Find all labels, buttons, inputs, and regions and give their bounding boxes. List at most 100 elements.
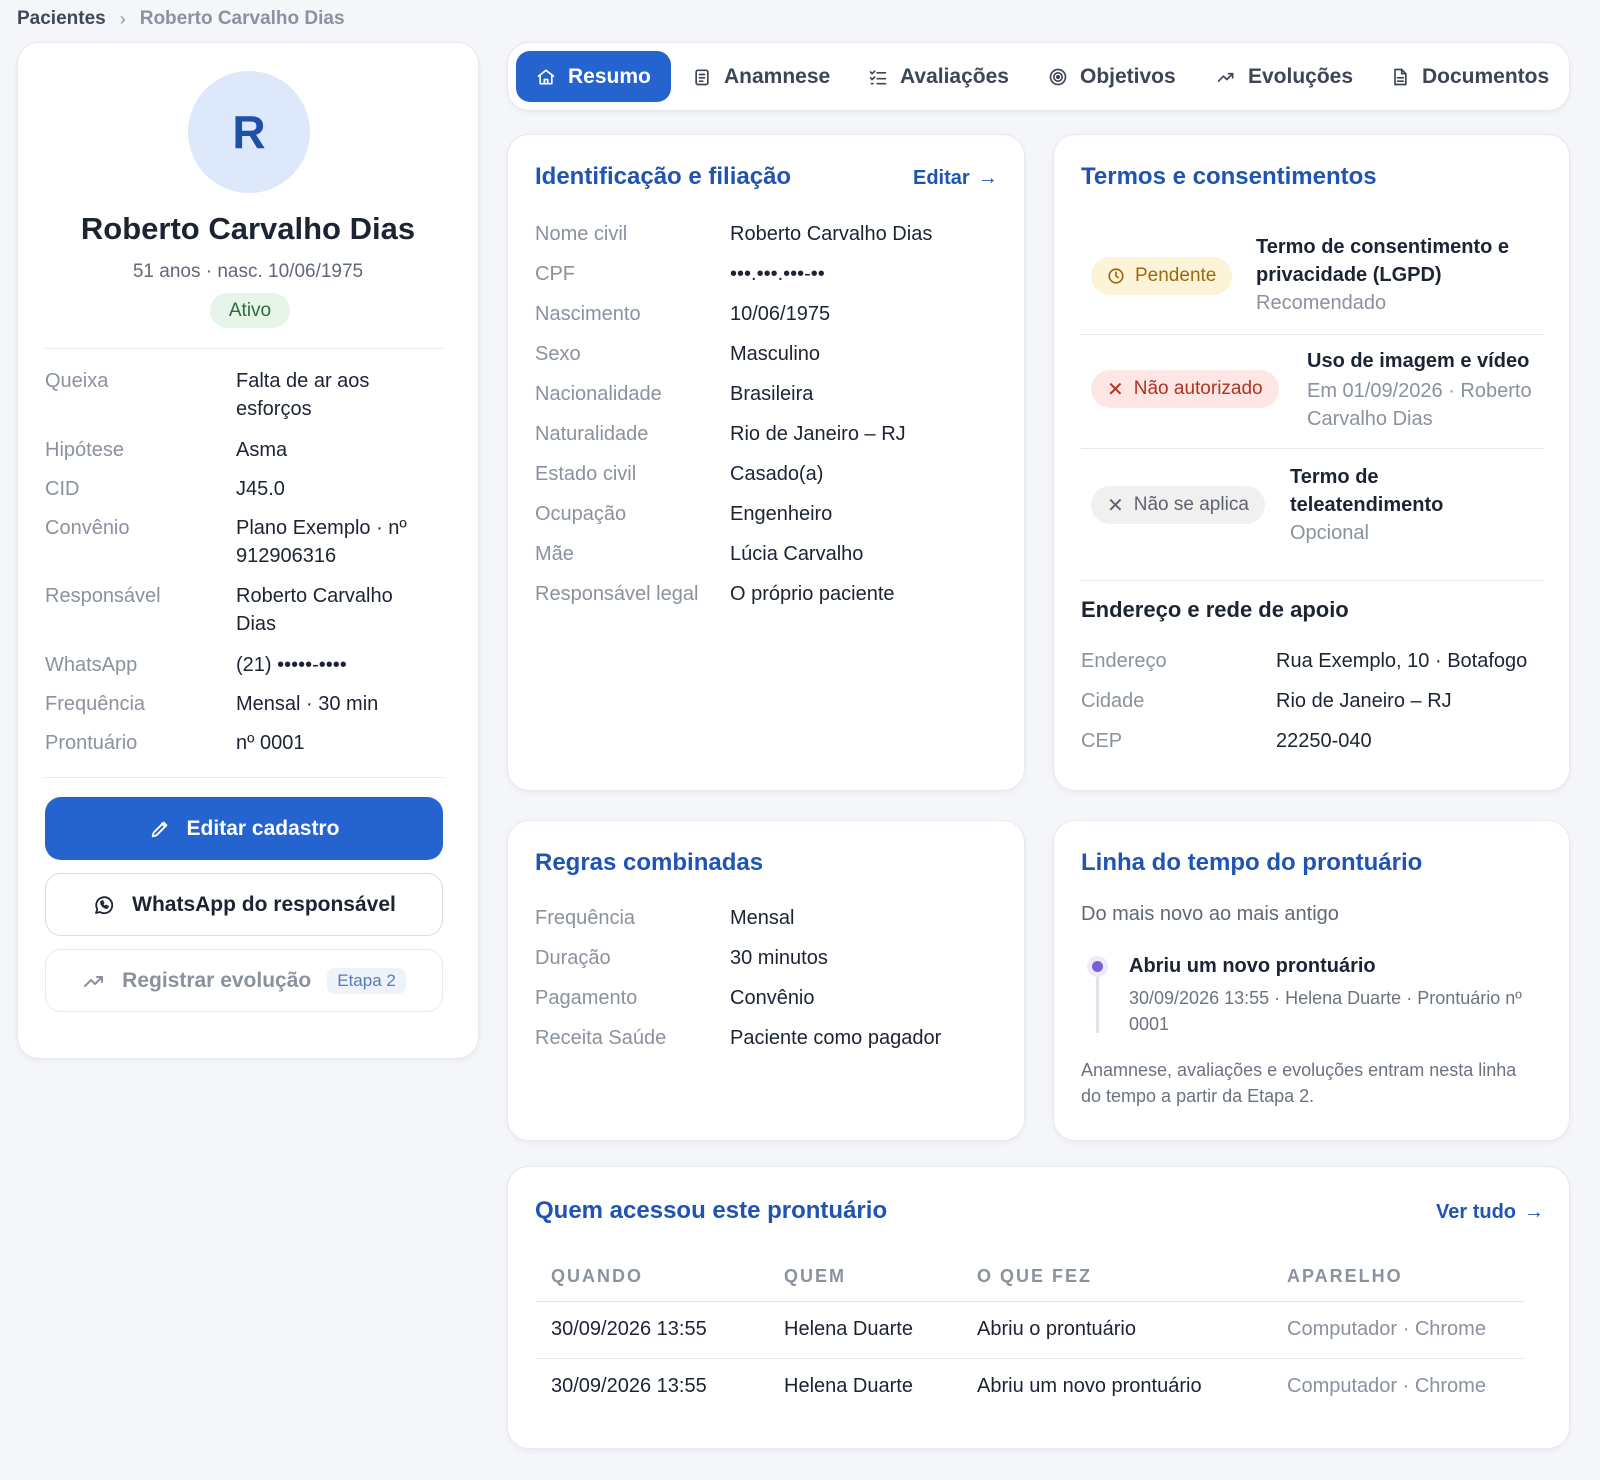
divider	[45, 777, 443, 778]
tab-anamnese[interactable]: Anamnese	[692, 51, 830, 102]
patient-name: Roberto Carvalho Dias	[80, 211, 416, 246]
address-title: Endereço e rede de apoio	[1081, 597, 1349, 622]
column-header: QUANDO	[535, 1253, 768, 1302]
edit-identification-link[interactable]: Editar →	[913, 167, 998, 190]
avatar: R	[188, 71, 310, 193]
patient-profile-card: R Roberto Carvalho Dias 51 anos · nasc. …	[17, 42, 479, 1059]
edit-profile-label: Editar cadastro	[186, 816, 340, 840]
row-label: Ocupação	[535, 503, 627, 525]
access-title: Quem acessou este prontuário	[535, 1197, 888, 1224]
row-value: 22250-040	[1276, 730, 1372, 752]
patient-age-birth: 51 anos · nasc. 10/06/1975	[132, 261, 364, 282]
arrow-right-icon: →	[977, 167, 998, 189]
field-value: Mensal · 30 min	[236, 693, 379, 715]
row-value: Masculino	[730, 343, 821, 365]
field-prontuario: Prontuário nº 0001	[45, 729, 443, 757]
cell-action: Abriu o prontuário	[961, 1301, 1271, 1359]
register-evolution-label: Registrar evolução	[122, 968, 312, 992]
row-value: O próprio paciente	[730, 583, 895, 605]
divider	[1081, 448, 1544, 449]
chevron-right-icon: ›	[119, 8, 126, 29]
edit-profile-button[interactable]: Editar cadastro	[45, 797, 443, 860]
table-row: 30/09/2026 13:55 Helena Duarte Abriu um …	[535, 1358, 1525, 1415]
terms-card: Termos e consentimentos Pendente Termo d…	[1053, 134, 1570, 791]
row-value: Roberto Carvalho Dias	[730, 223, 933, 245]
home-icon	[537, 69, 555, 84]
field-value: Plano Exemplo · nº 912906316	[236, 517, 407, 567]
field-hipotese: Hipótese Asma	[45, 436, 443, 464]
tab-label: Documentos	[1422, 64, 1550, 88]
column-header: O QUE FEZ	[961, 1253, 1271, 1302]
see-all-link[interactable]: Ver tudo →	[1436, 1201, 1544, 1224]
timeline-event-meta: 30/09/2026 13:55 · Helena Duarte · Pront…	[1129, 988, 1522, 1034]
field-value: Roberto Carvalho Dias	[236, 585, 393, 635]
row-value: Brasileira	[730, 383, 814, 405]
row-label: Estado civil	[535, 463, 637, 485]
tab-bar: Resumo Anamnese Avaliações Objetivos Evo…	[507, 42, 1570, 111]
clipboard-icon	[695, 69, 709, 85]
whatsapp-icon	[95, 895, 114, 914]
row-label: Nacionalidade	[535, 383, 662, 405]
timeline-dot-icon	[1087, 956, 1108, 977]
field-value: Falta de ar aos esforços	[236, 370, 370, 420]
rules-title: Regras combinadas	[535, 849, 764, 876]
field-value: Asma	[236, 439, 288, 461]
row-label: CPF	[535, 263, 575, 285]
document-icon	[1394, 68, 1407, 85]
field-cid: CID J45.0	[45, 475, 443, 503]
term-sub: Recomendado	[1256, 292, 1387, 314]
terms-title: Termos e consentimentos	[1081, 163, 1377, 190]
tab-label: Objetivos	[1080, 64, 1176, 88]
field-label: Prontuário	[45, 732, 138, 754]
cell-device: Computador · Chrome	[1271, 1301, 1525, 1359]
table-row: 30/09/2026 13:55 Helena Duarte Abriu o p…	[535, 1301, 1525, 1359]
row-label: CEP	[1081, 730, 1123, 752]
tab-label: Avaliações	[900, 64, 1009, 88]
tab-objetivos[interactable]: Objetivos	[1048, 51, 1176, 102]
timeline-event-title: Abriu um novo prontuário	[1129, 955, 1376, 977]
tab-avaliacoes[interactable]: Avaliações	[868, 51, 1009, 102]
breadcrumb-pacientes-link[interactable]: Pacientes	[17, 8, 106, 30]
trending-up-icon	[1217, 72, 1234, 82]
tab-evolucoes[interactable]: Evoluções	[1216, 51, 1353, 102]
cell-device: Computador · Chrome	[1287, 1375, 1486, 1398]
breadcrumb: Pacientes › Roberto Carvalho Dias	[17, 8, 345, 30]
pencil-icon	[151, 821, 167, 837]
register-evolution-button[interactable]: Registrar evolução Etapa 2	[45, 949, 443, 1012]
row-value: 30 minutos	[730, 947, 828, 969]
status-label: Pendente	[1135, 265, 1217, 286]
identification-card: Identificação e filiação Editar → Nome c…	[507, 134, 1025, 791]
term-title: Uso de imagem e vídeo	[1307, 350, 1530, 372]
row-label: Cidade	[1081, 690, 1145, 712]
tab-label: Anamnese	[724, 64, 831, 88]
row-value: Rua Exemplo, 10 · Botafogo	[1276, 650, 1528, 672]
tab-resumo[interactable]: Resumo	[516, 51, 671, 102]
field-frequencia: Frequência Mensal · 30 min	[45, 690, 443, 718]
edit-link-label: Editar	[913, 167, 970, 189]
field-whatsapp: WhatsApp (21) •••••-••••	[45, 651, 443, 679]
whatsapp-button[interactable]: WhatsApp do responsável	[45, 873, 443, 936]
row-value: Lúcia Carvalho	[730, 543, 864, 565]
row-label: Frequência	[535, 907, 636, 929]
breadcrumb-current: Roberto Carvalho Dias	[139, 8, 345, 29]
cell-who: Helena Duarte	[768, 1301, 961, 1359]
field-label: Convênio	[45, 517, 130, 539]
divider	[45, 348, 443, 349]
tab-label: Evoluções	[1248, 64, 1354, 88]
field-queixa: Queixa Falta de ar aos esforços	[45, 367, 443, 423]
field-value: J45.0	[236, 478, 285, 500]
row-value: Rio de Janeiro – RJ	[730, 423, 906, 445]
term-sub: Em 01/09/2026 · Roberto Carvalho Dias	[1307, 380, 1532, 430]
field-label: CID	[45, 478, 80, 500]
term-title: Termo de teleatendimento	[1290, 466, 1444, 516]
status-nao-autorizado-badge: ✕ Não autorizado	[1091, 370, 1279, 408]
column-header: APARELHO	[1271, 1253, 1525, 1302]
tab-documentos[interactable]: Documentos	[1390, 51, 1549, 102]
status-label: Não se aplica	[1133, 494, 1249, 515]
row-label: Responsável legal	[535, 583, 699, 605]
timeline-title: Linha do tempo do prontuário	[1081, 849, 1423, 876]
field-value: nº 0001	[236, 732, 305, 754]
field-label: Responsável	[45, 585, 161, 607]
field-label: Queixa	[45, 370, 109, 392]
status-pendente-badge: Pendente	[1091, 257, 1233, 295]
